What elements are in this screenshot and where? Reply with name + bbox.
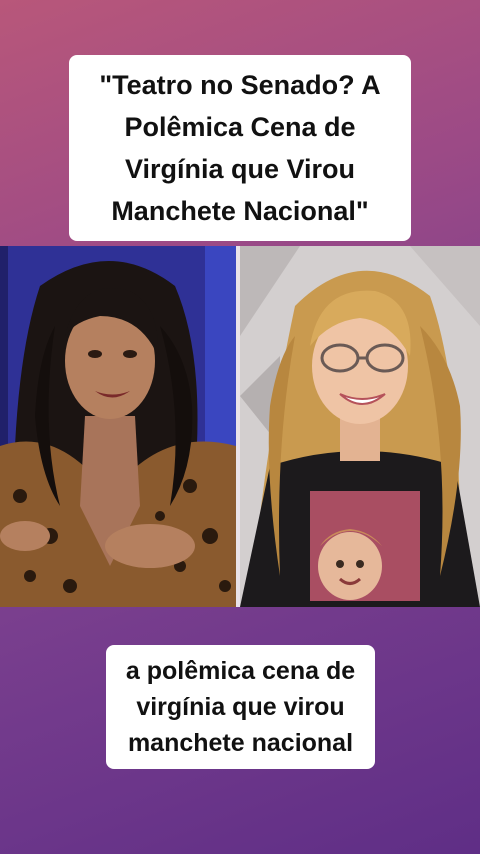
caption-text: a polêmica cena de virgínia que virou ma… — [125, 657, 356, 757]
right-photo — [240, 246, 480, 607]
left-photo — [0, 246, 236, 607]
left-person-illustration — [0, 246, 236, 607]
headline-box: "Teatro no Senado? A Polêmica Cena de Vi… — [69, 55, 411, 241]
right-person-illustration — [240, 246, 480, 607]
video-frame[interactable] — [0, 246, 480, 607]
caption-box: a polêmica cena de virgínia que virou ma… — [106, 645, 375, 769]
headline-text: "Teatro no Senado? A Polêmica Cena de Vi… — [99, 70, 381, 226]
